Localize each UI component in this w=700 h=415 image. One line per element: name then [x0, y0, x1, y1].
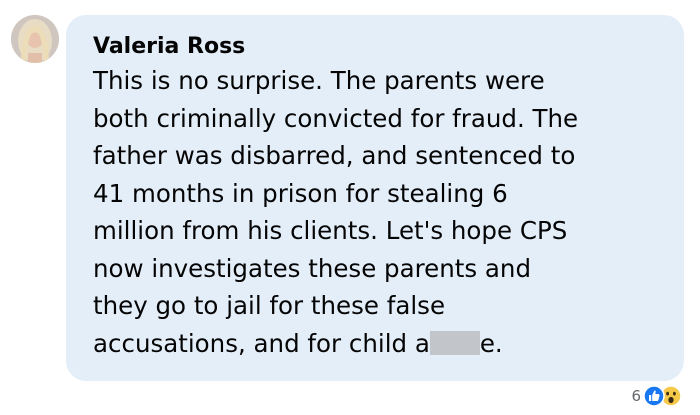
- avatar[interactable]: [11, 15, 59, 63]
- comment-text-line: father was disbarred, and sentenced to: [93, 141, 576, 170]
- avatar-photo: [11, 15, 59, 63]
- reaction-summary[interactable]: 6: [631, 383, 682, 409]
- comment-text-before-redaction: accusations, and for child a: [93, 328, 430, 358]
- comment: Valeria Ross This is no surprise. The pa…: [0, 0, 700, 415]
- comment-text-last-line: accusations, and for child a e.: [93, 325, 673, 363]
- comment-text-line: they go to jail for these false: [93, 291, 446, 320]
- comment-author[interactable]: Valeria Ross: [93, 33, 245, 61]
- comment-text: This is no surprise. The parents were bo…: [93, 62, 673, 362]
- comment-text-line: This is no surprise. The parents were: [93, 66, 545, 95]
- comment-text-line: now investigates these parents and: [93, 253, 532, 283]
- like-icon: [643, 385, 665, 407]
- comment-bubble: Valeria Ross This is no surprise. The pa…: [66, 15, 684, 381]
- comment-text-line: both criminally convicted for fraud. The: [93, 103, 579, 133]
- reaction-count: 6: [631, 387, 641, 405]
- comment-text-after-redaction: e.: [479, 328, 503, 358]
- comment-text-line: million from his clients. Let's hope CPS: [93, 216, 568, 245]
- comment-text-line: 41 months in prison for stealing 6: [93, 178, 508, 208]
- redaction-block: [429, 330, 480, 355]
